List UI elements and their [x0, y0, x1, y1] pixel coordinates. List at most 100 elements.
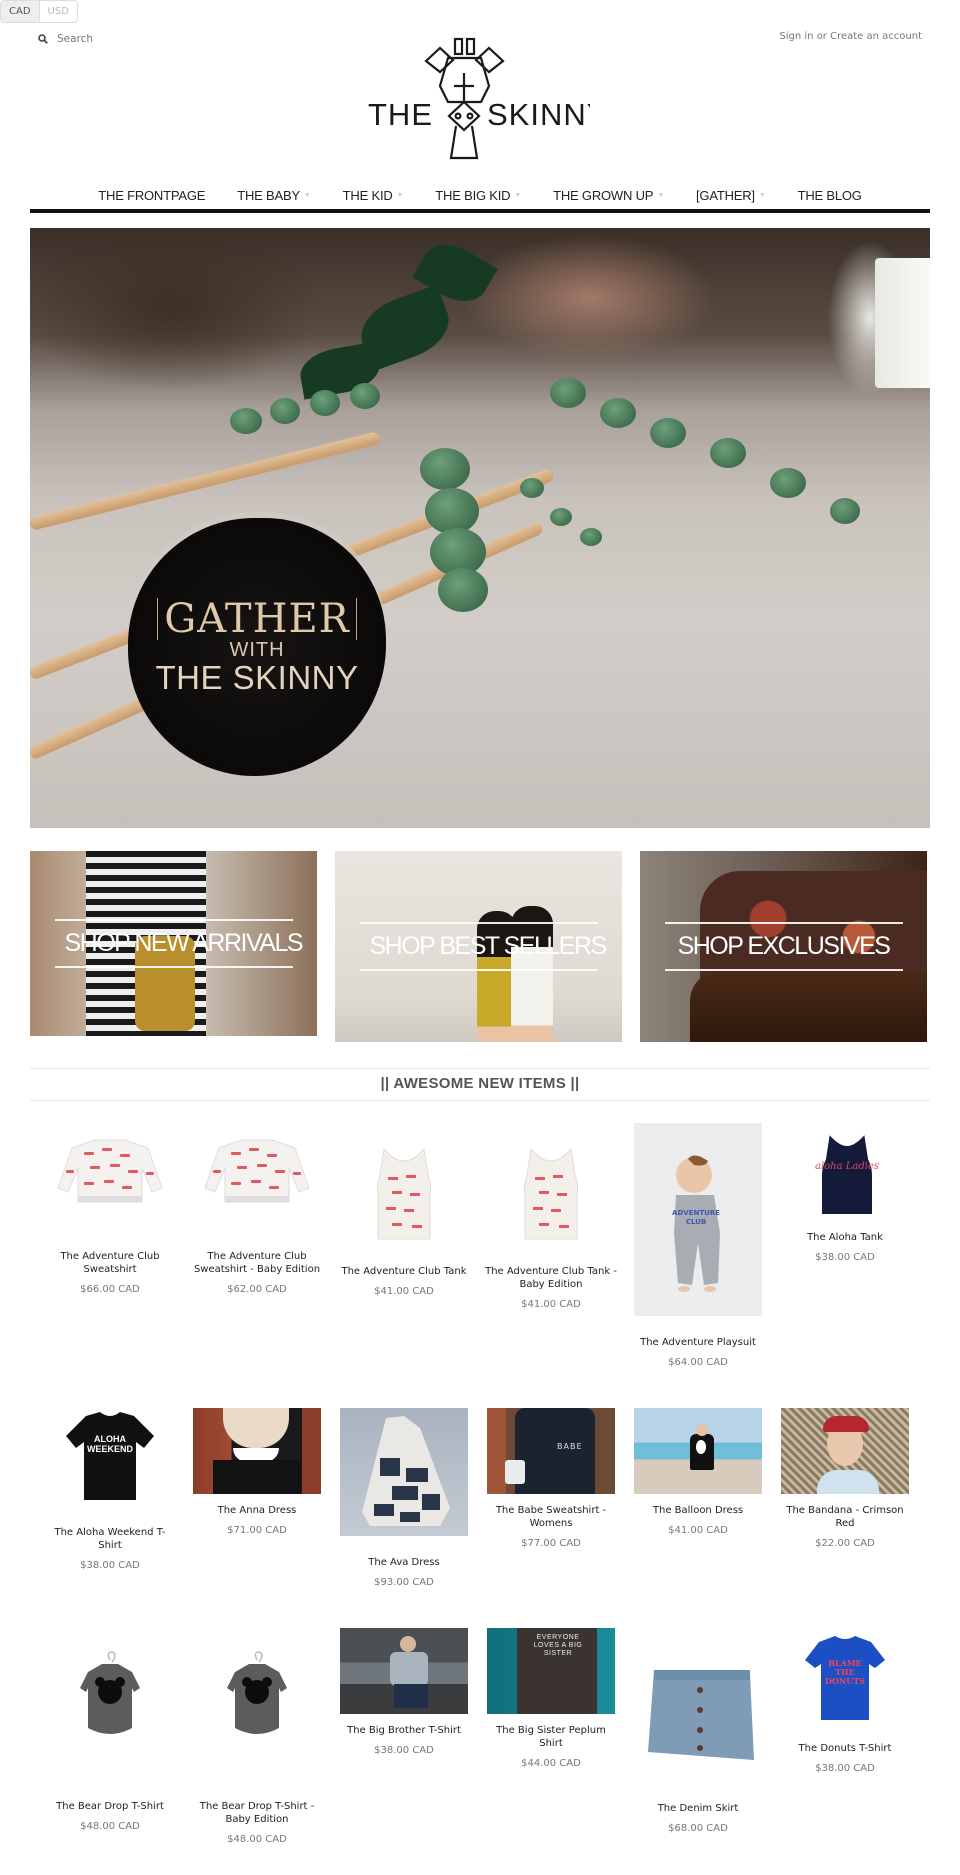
- gather-brand: THE SKINNY: [155, 659, 359, 696]
- product-price: $77.00 CAD: [521, 1538, 581, 1549]
- product-price: $41.00 CAD: [374, 1286, 434, 1297]
- sign-in-link[interactable]: Sign in: [779, 31, 813, 42]
- product-image: [634, 1408, 762, 1494]
- site-logo[interactable]: THE SKINNY: [368, 36, 607, 160]
- product-image: [50, 1130, 170, 1210]
- product-card[interactable]: The Anna Dress $71.00 CAD: [191, 1408, 323, 1536]
- product-price: $93.00 CAD: [374, 1577, 434, 1588]
- svg-text:CLUB: CLUB: [686, 1218, 706, 1226]
- product-card[interactable]: The Bandana - Crimson Red $22.00 CAD: [779, 1408, 911, 1549]
- search-input[interactable]: [57, 32, 197, 45]
- promo-new-arrivals[interactable]: SHOP NEW ARRIVALS: [30, 851, 317, 1036]
- hero-leaf: [230, 408, 262, 434]
- chevron-down-icon: ▼: [657, 191, 664, 199]
- nav-item-frontpage[interactable]: THE FRONTPAGE: [82, 184, 221, 206]
- product-name: The Balloon Dress: [652, 1505, 744, 1516]
- product-card[interactable]: The Bear Drop T-Shirt $48.00 CAD: [44, 1640, 176, 1832]
- svg-text:THE: THE: [368, 97, 433, 132]
- product-card[interactable]: The Adventure Club Tank - Baby Edition $…: [485, 1135, 617, 1310]
- svg-text:ALOHA: ALOHA: [94, 1434, 126, 1444]
- nav-divider: [30, 209, 930, 213]
- product-price: $41.00 CAD: [668, 1525, 728, 1536]
- promo-image-detail: [690, 971, 927, 1042]
- product-price: $44.00 CAD: [521, 1758, 581, 1769]
- product-image: [634, 1640, 762, 1780]
- search-icon[interactable]: [38, 29, 48, 48]
- product-price: $41.00 CAD: [521, 1299, 581, 1310]
- product-card[interactable]: BLAME THE DONUTS The Donuts T-Shirt $38.00…: [779, 1628, 911, 1774]
- promo-label: SHOP BEST SELLERS: [359, 922, 607, 971]
- product-card[interactable]: BABE The Babe Sweatshirt - Womens $77.00…: [485, 1408, 617, 1549]
- hero-leaf: [520, 478, 544, 498]
- chevron-down-icon: ▼: [758, 191, 766, 199]
- product-image: [340, 1628, 468, 1714]
- product-name: The Ava Dress: [368, 1557, 440, 1568]
- section-divider-top: [30, 1068, 930, 1069]
- product-name: The Bandana - Crimson Red: [786, 1505, 904, 1529]
- hero-leaf: [438, 568, 488, 612]
- promo-label: SHOP EXCLUSIVES: [664, 922, 903, 971]
- nav-item-gather[interactable]: [GATHER] ▼: [680, 184, 782, 206]
- product-card[interactable]: The Adventure Club Sweatshirt $66.00 CAD: [44, 1130, 176, 1295]
- nav-item-kid[interactable]: THE KID ▼: [327, 184, 420, 206]
- promo-label: SHOP NEW ARRIVALS: [54, 919, 304, 968]
- nav-item-baby[interactable]: THE BABY ▼: [221, 184, 326, 206]
- product-price: $71.00 CAD: [227, 1525, 287, 1536]
- hero-leaf: [550, 378, 586, 408]
- section-title: || AWESOME NEW ITEMS ||: [380, 1075, 580, 1092]
- hero-leaf: [550, 508, 572, 526]
- product-card[interactable]: The Balloon Dress $41.00 CAD: [632, 1408, 764, 1536]
- product-card[interactable]: ALOHA WEEKEND The Aloha Weekend T-Shirt $…: [44, 1408, 176, 1571]
- hero-leaf: [650, 418, 686, 448]
- product-name: The Donuts T-Shirt: [798, 1743, 892, 1754]
- nav-item-grown-up[interactable]: THE GROWN UP ▼: [537, 184, 680, 206]
- product-card[interactable]: The Adventure Club Tank $41.00 CAD: [338, 1135, 470, 1297]
- currency-option-usd[interactable]: USD: [40, 1, 77, 22]
- gather-badge: GATHER WITH THE SKINNY: [128, 518, 386, 776]
- product-price: $62.00 CAD: [227, 1284, 287, 1295]
- hero-banner[interactable]: GATHER WITH THE SKINNY: [30, 228, 930, 828]
- product-name: The Bear Drop T-Shirt: [56, 1801, 164, 1812]
- nav-item-blog[interactable]: THE BLOG: [782, 184, 878, 206]
- nav-label: [GATHER]: [696, 187, 755, 203]
- product-image: BABE: [487, 1408, 615, 1494]
- product-card[interactable]: The Bear Drop T-Shirt - Baby Edition $48…: [191, 1640, 323, 1845]
- currency-switcher: CAD USD: [0, 0, 78, 23]
- product-image: ALOHA WEEKEND: [50, 1408, 170, 1506]
- product-card[interactable]: ADVENTURE CLUB The Adventure Playsuit $64…: [632, 1123, 764, 1368]
- currency-option-cad[interactable]: CAD: [1, 1, 40, 22]
- nav-label: THE BABY: [237, 187, 300, 203]
- product-name: The Adventure Playsuit: [640, 1337, 756, 1348]
- product-price: $48.00 CAD: [80, 1821, 140, 1832]
- product-card[interactable]: The Denim Skirt $68.00 CAD: [632, 1640, 764, 1834]
- product-card[interactable]: The Ava Dress $93.00 CAD: [338, 1408, 470, 1588]
- promo-exclusives[interactable]: SHOP EXCLUSIVES: [640, 851, 927, 1042]
- hero-leaf: [770, 468, 806, 498]
- svg-text:aloha Ladies: aloha Ladies: [815, 1161, 879, 1172]
- promo-best-sellers[interactable]: SHOP BEST SELLERS: [335, 851, 622, 1042]
- account-separator: or: [816, 31, 827, 42]
- create-account-link[interactable]: Create an account: [830, 31, 922, 42]
- product-price: $38.00 CAD: [374, 1745, 434, 1756]
- product-card[interactable]: EVERYONE LOVES A BIG SISTER The Big Sist…: [485, 1628, 617, 1769]
- nav-item-big-kid[interactable]: THE BIG KID ▼: [419, 184, 537, 206]
- product-image: [340, 1408, 468, 1536]
- product-price: $38.00 CAD: [80, 1560, 140, 1571]
- account-links: Sign in or Create an account: [779, 31, 922, 42]
- product-card[interactable]: The Adventure Club Sweatshirt - Baby Edi…: [191, 1130, 323, 1295]
- product-card[interactable]: aloha Ladies The Aloha Tank $38.00 CAD: [779, 1123, 911, 1263]
- product-card[interactable]: The Big Brother T-Shirt $38.00 CAD: [338, 1628, 470, 1756]
- svg-text:WEEKEND: WEEKEND: [87, 1444, 134, 1454]
- product-price: $38.00 CAD: [815, 1763, 875, 1774]
- product-name: The Adventure Club Sweatshirt - Baby Edi…: [193, 1251, 321, 1275]
- nav-label: THE BLOG: [797, 187, 862, 203]
- product-image: aloha Ladies: [781, 1123, 909, 1219]
- product-name: The Bear Drop T-Shirt - Baby Edition: [199, 1801, 315, 1825]
- hero-leaf: [350, 383, 380, 409]
- nav-label: THE KID: [342, 187, 393, 203]
- gather-title: GATHER: [157, 598, 357, 640]
- product-image: [193, 1408, 321, 1494]
- product-name: The Babe Sweatshirt - Womens: [495, 1505, 607, 1529]
- product-image: EVERYONE LOVES A BIG SISTER: [487, 1628, 615, 1714]
- product-price: $64.00 CAD: [668, 1357, 728, 1368]
